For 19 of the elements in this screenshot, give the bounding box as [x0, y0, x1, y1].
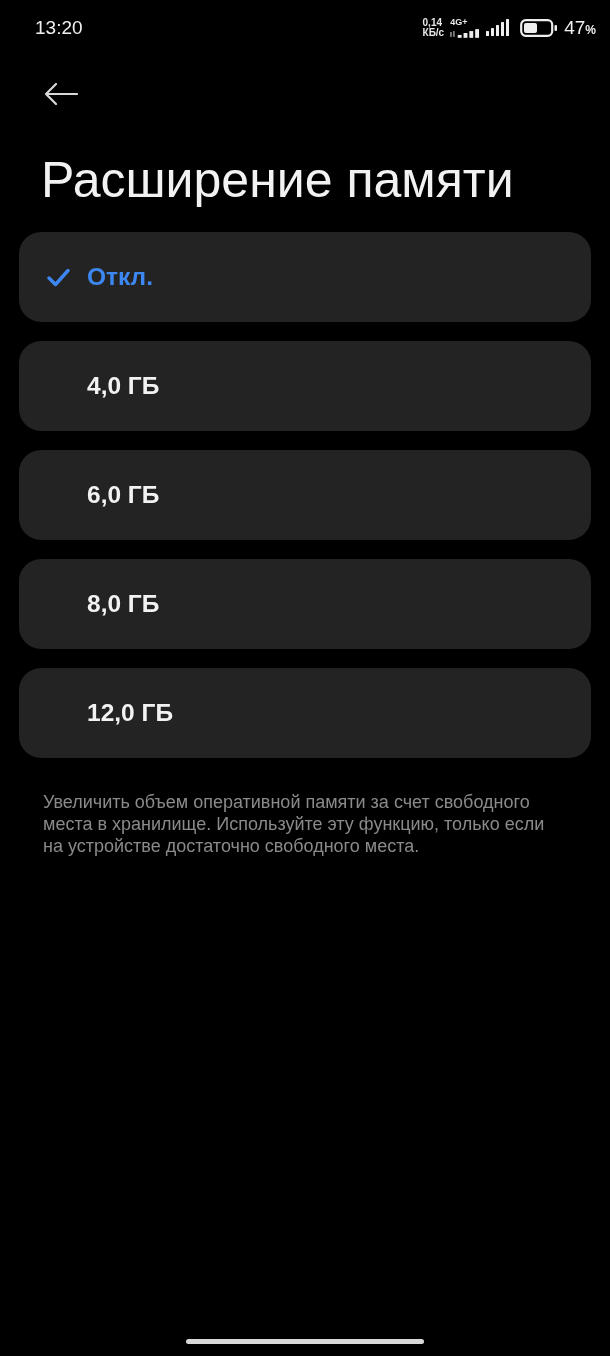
check-icon — [47, 267, 70, 287]
battery-icon — [520, 18, 559, 37]
back-arrow-icon — [44, 82, 78, 106]
back-button[interactable] — [44, 82, 78, 106]
status-time: 13:20 — [35, 16, 83, 39]
option-item[interactable]: 12,0 ГБ — [19, 668, 591, 758]
option-item[interactable]: 4,0 ГБ — [19, 341, 591, 431]
page-title: Расширение памяти — [41, 151, 515, 210]
network-type-label: 4G+ — [450, 17, 468, 27]
battery-percent: 47 — [564, 16, 586, 39]
option-item[interactable]: 8,0 ГБ — [19, 559, 591, 649]
percent-sign: % — [585, 22, 596, 37]
network-speed-unit: КБ/с — [422, 27, 445, 38]
option-item[interactable]: Откл. — [19, 232, 591, 322]
description-text: Увеличить объем оперативной памяти за счет свободного места в хранилище. Используйте эту функцию, только если на устройстве достаточно свободного места. — [43, 791, 546, 857]
option-item[interactable]: 6,0 ГБ — [19, 450, 591, 540]
network-speed-value: 0,14 — [422, 17, 442, 28]
signal-bars-icon — [486, 19, 511, 36]
signal-bars-icon — [450, 27, 481, 38]
